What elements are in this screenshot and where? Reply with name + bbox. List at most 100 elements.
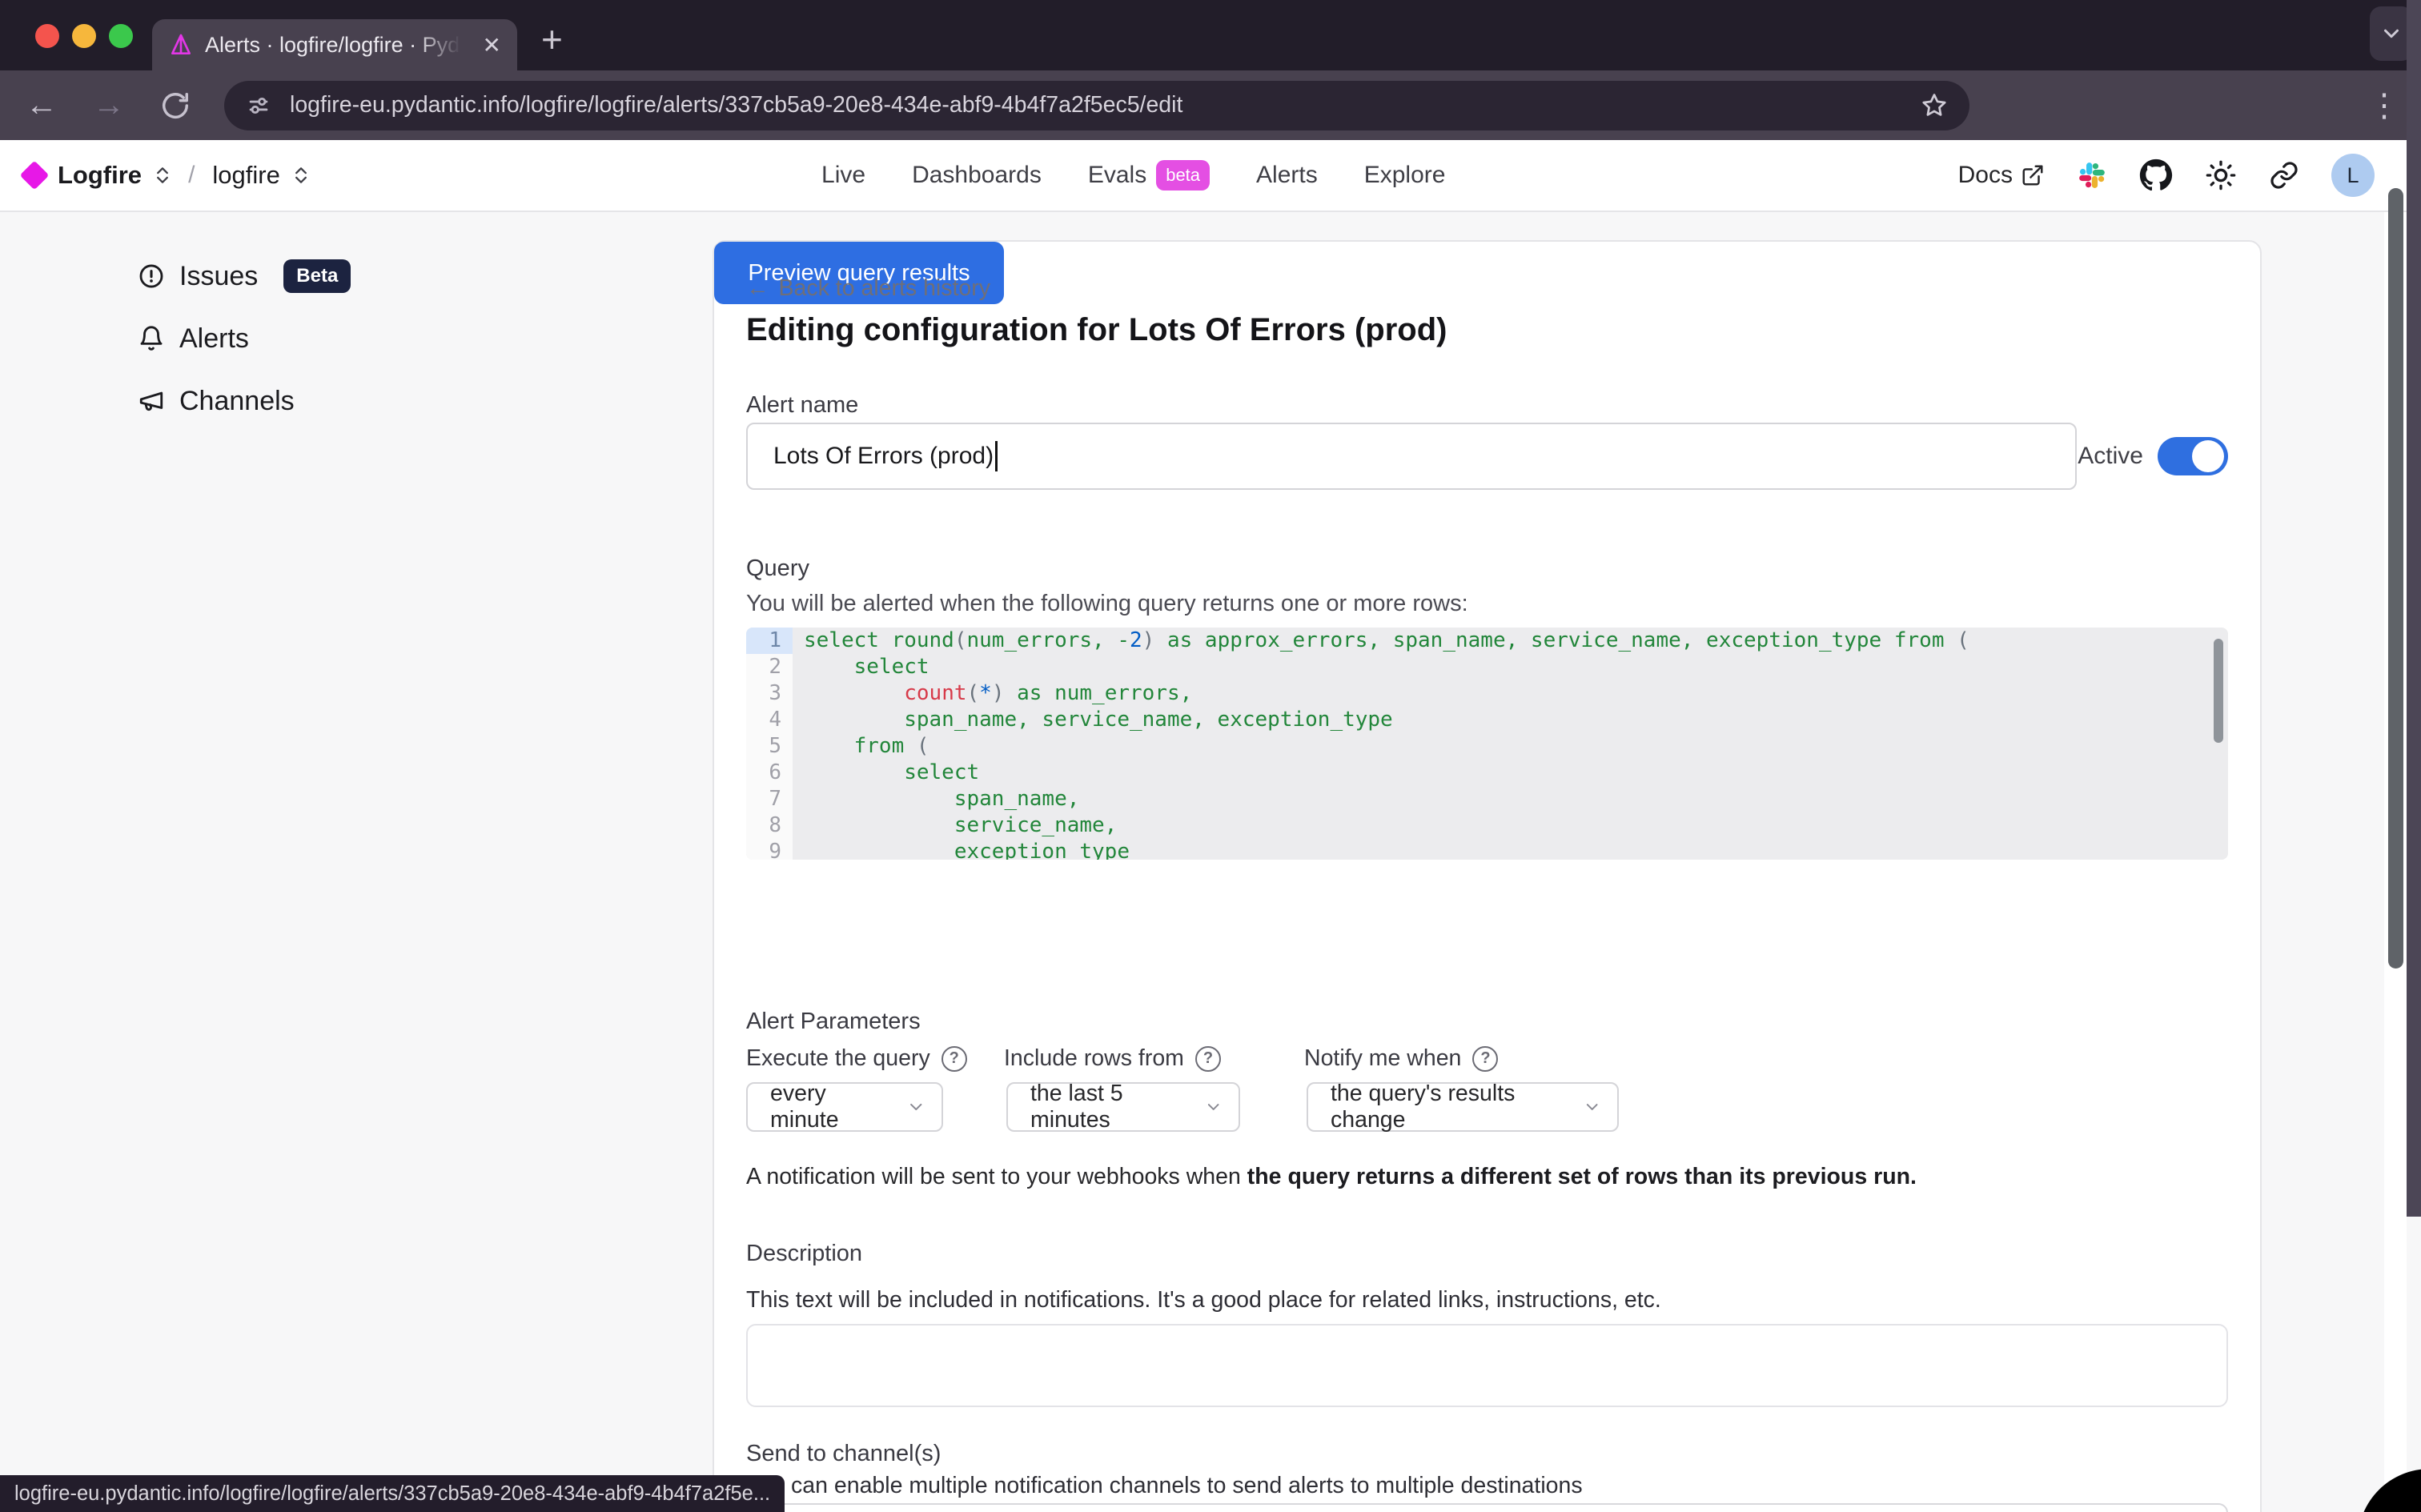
sidebar-item-channels[interactable]: Channels: [138, 379, 351, 423]
toggle-knob: [2192, 440, 2224, 472]
tab-title: Alerts · logfire/logfire · Pydantic: [205, 33, 461, 58]
project-selector-caret-icon[interactable]: [293, 165, 309, 186]
description-heading: Description: [746, 1241, 2228, 1267]
status-url-tooltip: logfire-eu.pydantic.info/logfire/logfire…: [0, 1475, 785, 1512]
share-link-icon[interactable]: [2269, 160, 2299, 191]
text-cursor: [995, 441, 998, 471]
breadcrumb: Logfire / logfire: [0, 161, 309, 190]
window-controls[interactable]: [35, 24, 133, 48]
include-rows-label: Include rows from ?: [1004, 1045, 1221, 1072]
badge-alert-icon: [138, 263, 165, 290]
active-label: Active: [2078, 443, 2143, 470]
alert-name-input[interactable]: Lots Of Errors (prod): [746, 423, 2077, 490]
url-text[interactable]: logfire-eu.pydantic.info/logfire/logfire…: [290, 92, 1920, 118]
chevron-down-icon: [1583, 1097, 1601, 1117]
theme-sun-icon[interactable]: [2205, 159, 2237, 191]
nav-evals-label: Evals: [1088, 162, 1146, 189]
browser-forward-button[interactable]: →: [93, 87, 125, 123]
alert-parameters-heading: Alert Parameters: [746, 1009, 2228, 1035]
help-icon[interactable]: ?: [1472, 1046, 1498, 1072]
sidebar: Issues Beta Alerts Channels: [138, 255, 351, 423]
alert-name-row: Lots Of Errors (prod) Active: [746, 423, 2228, 490]
notify-when-select[interactable]: the query's results change: [1307, 1082, 1619, 1132]
param-labels-row: Execute the query ? Include rows from ? …: [746, 1045, 2228, 1077]
sidebar-item-issues[interactable]: Issues Beta: [138, 255, 351, 298]
window-edge-strip: [2407, 0, 2421, 1217]
param-selects-row: every minute the last 5 minutes the quer…: [746, 1082, 2228, 1132]
channel-select-partial[interactable]: [746, 1503, 2228, 1512]
back-arrow-icon: ←: [746, 275, 769, 302]
active-toggle[interactable]: [2158, 437, 2228, 475]
project-selector[interactable]: logfire: [212, 161, 279, 190]
back-label: Back to alerts history: [779, 275, 991, 302]
active-toggle-group: Active: [2078, 437, 2228, 475]
help-icon[interactable]: ?: [1195, 1046, 1221, 1072]
sidebar-item-label: Alerts: [179, 323, 249, 355]
execute-query-select[interactable]: every minute: [746, 1082, 943, 1132]
bookmark-star-icon[interactable]: [1920, 91, 1949, 120]
address-bar[interactable]: logfire-eu.pydantic.info/logfire/logfire…: [224, 81, 1969, 130]
query-subtitle: You will be alerted when the following q…: [746, 591, 2228, 617]
send-to-channels-helper: You can enable multiple notification cha…: [746, 1473, 2228, 1499]
nav-live[interactable]: Live: [821, 162, 865, 189]
github-icon[interactable]: [2139, 158, 2173, 192]
page-title: Editing configuration for Lots Of Errors…: [746, 312, 2228, 348]
reload-icon: [160, 90, 191, 121]
code-scrollbar-thumb[interactable]: [2214, 639, 2223, 743]
docs-link[interactable]: Docs: [1958, 162, 2045, 189]
alert-name-value: Lots Of Errors (prod): [773, 443, 994, 470]
nav-alerts[interactable]: Alerts: [1256, 162, 1318, 189]
close-window-button[interactable]: [35, 24, 59, 48]
header-actions: Docs L: [1958, 154, 2421, 197]
slack-icon[interactable]: [2077, 160, 2107, 191]
sidebar-item-alerts[interactable]: Alerts: [138, 317, 351, 360]
minimize-window-button[interactable]: [72, 24, 96, 48]
user-avatar[interactable]: L: [2331, 154, 2375, 197]
code-lines: 1select round(num_errors, -2) as approx_…: [746, 628, 2228, 860]
docs-label: Docs: [1958, 162, 2013, 189]
nav-evals[interactable]: Evals beta: [1088, 160, 1210, 191]
sql-query-editor[interactable]: 1select round(num_errors, -2) as approx_…: [746, 628, 2228, 860]
help-icon[interactable]: ?: [942, 1046, 967, 1072]
alert-edit-card: ← Back to alerts history Editing configu…: [713, 240, 2262, 1512]
org-selector-caret-icon[interactable]: [155, 165, 171, 186]
browser-tab-strip: Alerts · logfire/logfire · Pydantic ✕ +: [0, 0, 2421, 70]
org-selector[interactable]: Logfire: [58, 161, 142, 190]
new-tab-button[interactable]: +: [541, 18, 563, 61]
logfire-logo-icon: [20, 161, 50, 191]
zoom-window-button[interactable]: [109, 24, 133, 48]
main-nav: Live Dashboards Evals beta Alerts Explor…: [821, 160, 1445, 191]
reload-button[interactable]: [160, 90, 191, 121]
site-info-icon[interactable]: [245, 92, 272, 119]
evals-beta-badge: beta: [1156, 160, 1210, 191]
nav-explore[interactable]: Explore: [1364, 162, 1446, 189]
issues-beta-badge: Beta: [283, 259, 351, 293]
browser-toolbar: ← → logfire-eu.pydantic.info/logfire/log…: [0, 70, 2421, 140]
external-link-icon: [2021, 163, 2045, 187]
logfire-favicon-icon: [168, 32, 194, 58]
page-scrollbar-thumb[interactable]: [2388, 188, 2403, 969]
back-to-alerts-link[interactable]: ← Back to alerts history: [746, 275, 2228, 302]
tab-close-icon[interactable]: ✕: [483, 32, 501, 58]
description-textarea[interactable]: [746, 1324, 2228, 1407]
chevron-down-icon: [1204, 1097, 1223, 1117]
chevron-down-icon: [906, 1097, 925, 1117]
nav-dashboards[interactable]: Dashboards: [912, 162, 1042, 189]
notify-when-label: Notify me when ?: [1304, 1045, 1498, 1072]
browser-back-button[interactable]: ←: [26, 87, 58, 123]
megaphone-icon: [138, 387, 165, 415]
alert-name-label: Alert name: [746, 392, 2228, 419]
description-helper: This text will be included in notificati…: [746, 1287, 2228, 1313]
include-rows-select[interactable]: the last 5 minutes: [1006, 1082, 1240, 1132]
sidebar-item-label: Issues: [179, 261, 258, 292]
chevron-down-icon: [2379, 22, 2403, 46]
breadcrumb-separator: /: [188, 162, 195, 189]
bell-icon: [138, 325, 165, 352]
query-heading: Query: [746, 555, 2228, 582]
browser-tab[interactable]: Alerts · logfire/logfire · Pydantic ✕: [152, 19, 517, 70]
execute-query-label: Execute the query ?: [746, 1045, 967, 1072]
browser-menu-icon[interactable]: ⋮: [2368, 87, 2402, 124]
send-to-channels-heading: Send to channel(s): [746, 1441, 2228, 1467]
app-header: Logfire / logfire Live Dashboards Evals …: [0, 140, 2421, 212]
sidebar-item-label: Channels: [179, 386, 295, 417]
